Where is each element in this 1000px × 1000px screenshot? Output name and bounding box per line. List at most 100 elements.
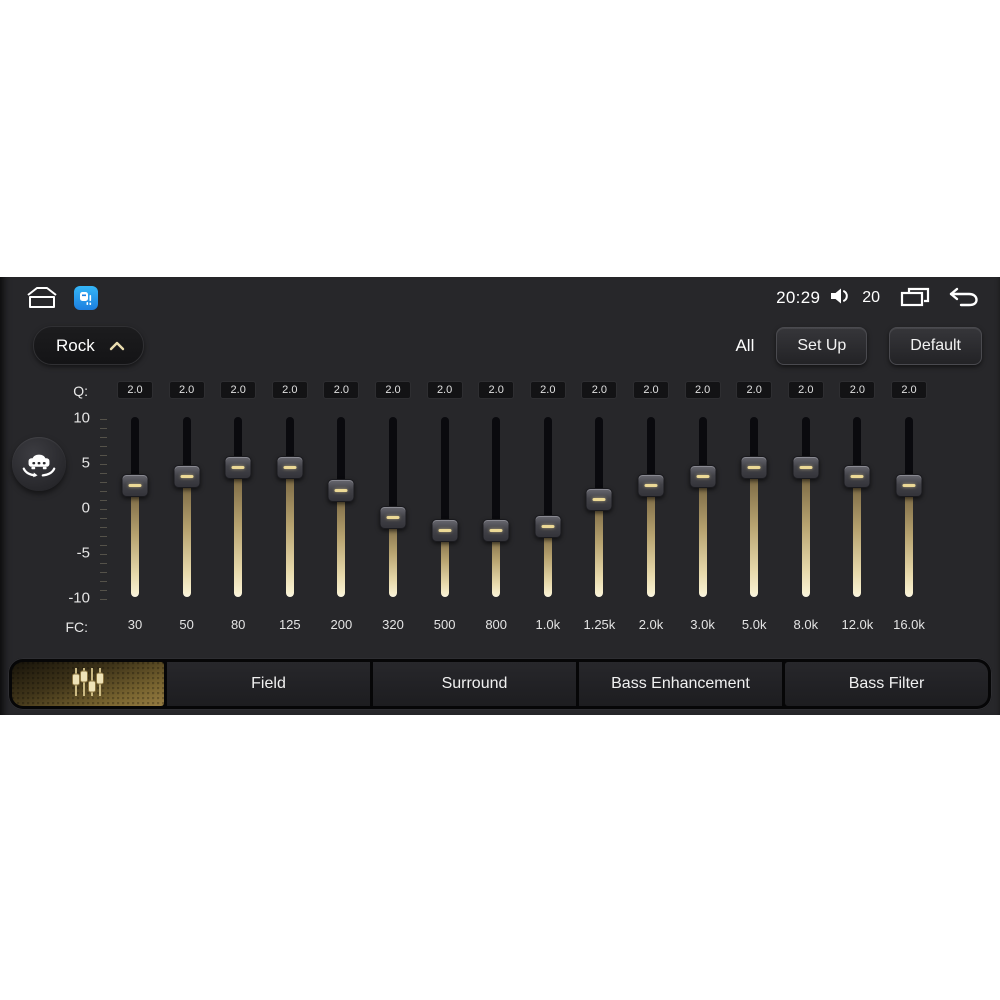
thumb-grip-line [592, 497, 606, 501]
thumb-grip-line [850, 475, 864, 478]
gain-slider[interactable] [689, 417, 717, 597]
gain-slider[interactable] [637, 417, 665, 597]
freq-label: 30 [127, 617, 143, 632]
slider-thumb[interactable] [431, 519, 459, 542]
thumb-grip-line [283, 466, 297, 469]
q-value: 2.0 [117, 381, 153, 399]
bottom-tab-bar: Field Surround Bass Enhancement Bass Fil… [8, 658, 992, 710]
q-value: 2.0 [581, 381, 618, 399]
q-value: 2.0 [684, 381, 721, 399]
sound-field-car-button[interactable] [12, 437, 66, 491]
thumb-grip-line [489, 529, 503, 532]
thumb-grip-line [438, 529, 452, 532]
thumb-grip-line [334, 488, 348, 492]
gain-slider[interactable] [585, 417, 613, 597]
freq-label: 800 [485, 617, 508, 632]
gain-slider[interactable] [740, 417, 768, 597]
eq-band: 2.0 800 [470, 377, 522, 639]
q-value: 2.0 [375, 381, 411, 399]
freq-label: 500 [433, 617, 456, 632]
slider-thumb[interactable] [895, 474, 923, 497]
freq-label: 320 [382, 617, 404, 632]
thumb-grip-line [747, 466, 761, 469]
slider-thumb[interactable] [121, 474, 149, 497]
eq-sliders-icon [70, 666, 106, 703]
thumb-grip-line [386, 515, 400, 519]
thumb-grip-line [541, 524, 555, 528]
gain-slider[interactable] [327, 417, 355, 597]
slider-gold-fill [905, 484, 913, 597]
slider-thumb[interactable] [637, 474, 665, 497]
q-value: 2.0 [736, 381, 773, 399]
tab-surround[interactable]: Surround [373, 662, 576, 706]
slider-thumb[interactable] [224, 456, 252, 479]
slider-thumb[interactable] [689, 465, 717, 488]
eq-band: 2.0 8.0k [780, 377, 832, 639]
slider-thumb[interactable] [843, 465, 871, 488]
slider-thumb[interactable] [379, 505, 407, 529]
slider-thumb[interactable] [276, 456, 304, 479]
eq-band: 2.0 12.0k [831, 377, 883, 639]
freq-label: 16.0k [893, 617, 925, 632]
freq-label: 125 [278, 617, 301, 632]
slider-gold-fill [698, 475, 707, 597]
slider-thumb[interactable] [173, 465, 201, 488]
gain-slider[interactable] [431, 417, 459, 597]
q-value: 2.0 [891, 381, 927, 399]
slider-thumb[interactable] [534, 514, 562, 538]
slider-gold-fill [853, 475, 862, 597]
eq-band: 2.0 1.25k [573, 377, 625, 639]
page: 20:29 20 Rock All Set Up Default Q: FC: … [0, 0, 1000, 1000]
gain-slider[interactable] [843, 417, 871, 597]
slider-thumb[interactable] [740, 456, 768, 479]
slider-gold-fill [234, 466, 243, 597]
eq-band: 2.0 3.0k [677, 377, 729, 639]
freq-label: 5.0k [741, 617, 767, 632]
tab-bass-filter[interactable]: Bass Filter [785, 662, 988, 706]
thumb-grip-line [696, 475, 710, 478]
eq-band: 2.0 200 [315, 377, 367, 639]
q-value: 2.0 [478, 381, 515, 399]
q-value: 2.0 [839, 381, 876, 399]
gain-slider[interactable] [792, 417, 820, 597]
gain-slider[interactable] [276, 417, 304, 597]
thumb-grip-line [180, 475, 194, 478]
slider-thumb[interactable] [482, 519, 510, 542]
gain-slider[interactable] [534, 417, 562, 597]
freq-label: 200 [330, 617, 353, 632]
tab-equalizer[interactable] [12, 662, 164, 706]
gain-slider[interactable] [895, 417, 923, 597]
slider-gold-fill [337, 489, 346, 597]
gain-slider[interactable] [482, 417, 510, 597]
freq-label: 12.0k [841, 617, 874, 632]
gain-slider[interactable] [121, 417, 149, 597]
thumb-grip-line [128, 484, 142, 487]
eq-band: 2.0 500 [419, 377, 471, 639]
eq-band: 2.0 1.0k [522, 377, 574, 639]
q-value: 2.0 [220, 381, 257, 399]
thumb-grip-line [799, 466, 813, 469]
eq-band: 2.0 320 [367, 377, 419, 639]
freq-label: 2.0k [638, 617, 664, 632]
slider-gold-fill [801, 466, 810, 597]
gain-slider[interactable] [224, 417, 252, 597]
eq-band: 2.0 5.0k [728, 377, 780, 639]
q-value: 2.0 [426, 381, 463, 399]
gain-slider[interactable] [173, 417, 201, 597]
slider-gold-fill [647, 484, 655, 597]
slider-gold-fill [750, 466, 759, 597]
slider-gold-fill [182, 475, 191, 597]
tab-field[interactable]: Field [167, 662, 370, 706]
tab-bass-enhancement[interactable]: Bass Enhancement [579, 662, 782, 706]
gain-slider[interactable] [379, 417, 407, 597]
slider-thumb[interactable] [585, 487, 613, 511]
eq-band: 2.0 16.0k [883, 377, 935, 639]
car-stereo-equalizer-screen: 20:29 20 Rock All Set Up Default Q: FC: … [0, 277, 1000, 715]
slider-gold-fill [131, 484, 139, 597]
q-value: 2.0 [323, 381, 360, 399]
slider-thumb[interactable] [792, 456, 820, 479]
eq-bands: 2.0 30 2.0 50 2.0 80 2.0 125 2.0 200 2.0 320 2.0 500 2… [0, 277, 1000, 715]
freq-label: 50 [179, 617, 194, 632]
slider-thumb[interactable] [327, 478, 355, 502]
q-value: 2.0 [529, 381, 566, 399]
